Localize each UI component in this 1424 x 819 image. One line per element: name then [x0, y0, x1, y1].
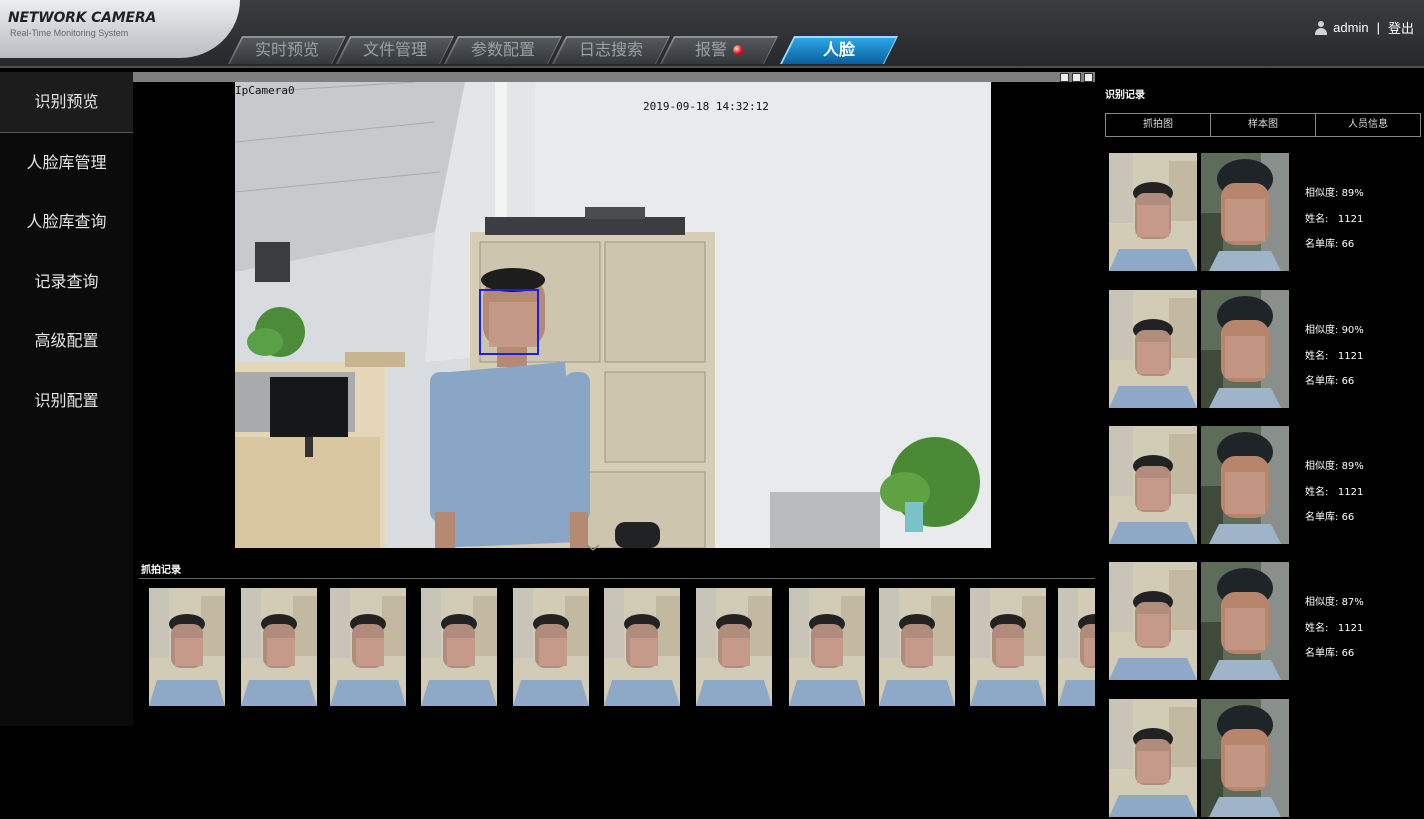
sidebar-item-recognition-preview[interactable]: 识别预览: [0, 72, 133, 133]
logo-subtitle: Real-Time Monitoring System: [10, 28, 129, 38]
sample-image: [1201, 562, 1289, 680]
user-icon: [1315, 20, 1328, 35]
sidebar-item-advanced-config[interactable]: 高级配置: [0, 311, 133, 371]
recognition-record[interactable]: 相似度: 87% 姓名: 1121 名单库: 66: [1109, 562, 1421, 682]
similarity-label: 相似度:: [1305, 188, 1339, 199]
alarm-indicator-icon: [733, 45, 743, 55]
capture-image: [1109, 562, 1197, 680]
logo: NETWORK CAMERA Real-Time Monitoring Syst…: [0, 0, 240, 58]
library-label: 名单库:: [1305, 376, 1339, 387]
timestamp-overlay: 2019-09-18 14:32:12: [643, 100, 769, 113]
capture-divider: [139, 578, 1095, 579]
capture-image: [1109, 426, 1197, 544]
column-header-person-info[interactable]: 人员信息: [1316, 114, 1420, 136]
similarity-label: 相似度:: [1305, 461, 1339, 472]
name-label: 姓名:: [1305, 622, 1329, 634]
capture-thumbnail[interactable]: [879, 588, 955, 706]
name-value: 1121: [1337, 213, 1364, 225]
recognition-record[interactable]: [1109, 699, 1421, 819]
name-label: 姓名:: [1305, 486, 1329, 498]
username[interactable]: admin: [1333, 20, 1368, 35]
sidebar-item-face-library-query[interactable]: 人脸库查询: [0, 192, 133, 252]
name-label: 姓名:: [1305, 213, 1329, 225]
similarity-value: 87%: [1341, 597, 1364, 608]
capture-thumbnail[interactable]: [1058, 588, 1095, 706]
tab-log-search[interactable]: 日志搜索: [552, 36, 670, 64]
sample-image: [1201, 290, 1289, 408]
camera-feed: IpCamera0 2019-09-18 14:32:12: [235, 82, 991, 548]
tab-face[interactable]: 人脸: [780, 36, 898, 64]
library-label: 名单库:: [1305, 648, 1339, 659]
similarity-value: 89%: [1341, 188, 1364, 199]
name-label: 姓名:: [1305, 350, 1329, 362]
logo-title: NETWORK CAMERA: [8, 10, 157, 26]
tab-label: 实时预览: [254, 40, 319, 59]
sample-image: [1201, 153, 1289, 271]
tab-label: 日志搜索: [578, 40, 643, 59]
similarity-label: 相似度:: [1305, 325, 1339, 336]
library-label: 名单库:: [1305, 512, 1339, 523]
collapse-chevron-icon[interactable]: [586, 544, 600, 552]
library-label: 名单库:: [1305, 239, 1339, 250]
capture-thumbnail[interactable]: [330, 588, 406, 706]
tab-file-management[interactable]: 文件管理: [336, 36, 454, 64]
tab-label: 文件管理: [362, 40, 427, 59]
sidebar-item-record-query[interactable]: 记录查询: [0, 252, 133, 312]
tab-live-preview[interactable]: 实时预览: [228, 36, 346, 64]
tab-alarm[interactable]: 报警: [660, 36, 778, 64]
column-header-sample[interactable]: 样本图: [1211, 114, 1316, 136]
top-header: NETWORK CAMERA Real-Time Monitoring Syst…: [0, 0, 1424, 68]
recognition-record[interactable]: 相似度: 90% 姓名: 1121 名单库: 66: [1109, 290, 1421, 410]
library-value: 66: [1341, 648, 1355, 659]
sidebar: 识别预览 人脸库管理 人脸库查询 记录查询 高级配置 识别配置: [0, 72, 133, 726]
video-fullscreen-icon[interactable]: [1084, 73, 1093, 82]
capture-title: 抓拍记录: [141, 565, 181, 576]
capture-thumbnail[interactable]: [421, 588, 497, 706]
capture-image: [1109, 153, 1197, 271]
column-header-capture[interactable]: 抓拍图: [1106, 114, 1211, 136]
capture-image: [1109, 699, 1197, 817]
capture-thumbnail[interactable]: [696, 588, 772, 706]
name-value: 1121: [1337, 486, 1364, 498]
recognition-column-headers: 抓拍图 样本图 人员信息: [1105, 113, 1421, 137]
capture-panel: 抓拍记录: [133, 556, 1095, 726]
capture-image: [1109, 290, 1197, 408]
user-area: admin | 登出: [1315, 18, 1414, 37]
tab-label: 报警: [694, 40, 727, 59]
capture-thumbnail[interactable]: [970, 588, 1046, 706]
recognition-title: 识别记录: [1105, 90, 1145, 101]
similarity-value: 90%: [1341, 325, 1364, 336]
name-value: 1121: [1337, 350, 1364, 362]
camera-scene-image: [235, 82, 991, 548]
tab-parameter-config[interactable]: 参数配置: [444, 36, 562, 64]
user-separator: |: [1376, 20, 1380, 35]
sample-image: [1201, 426, 1289, 544]
library-value: 66: [1341, 239, 1355, 250]
recognition-record[interactable]: 相似度: 89% 姓名: 1121 名单库: 66: [1109, 153, 1421, 273]
name-value: 1121: [1337, 622, 1364, 634]
tab-label: 参数配置: [470, 40, 535, 59]
library-value: 66: [1341, 512, 1355, 523]
video-toolbar: [133, 72, 1095, 82]
logout-link[interactable]: 登出: [1388, 18, 1414, 37]
capture-thumbnail[interactable]: [604, 588, 680, 706]
similarity-value: 89%: [1341, 461, 1364, 472]
recognition-panel: 识别记录 抓拍图 样本图 人员信息 相似度: 89% 姓名: 1121 名单库:…: [1097, 72, 1424, 817]
sidebar-item-face-library-management[interactable]: 人脸库管理: [0, 133, 133, 193]
recognition-record[interactable]: 相似度: 89% 姓名: 1121 名单库: 66: [1109, 426, 1421, 546]
face-detection-box: [479, 289, 539, 355]
camera-name-overlay: IpCamera0: [235, 84, 295, 97]
tab-label: 人脸: [822, 40, 855, 59]
capture-thumbnail[interactable]: [789, 588, 865, 706]
video-viewport[interactable]: IpCamera0 2019-09-18 14:32:12: [133, 72, 1095, 548]
capture-thumbnail[interactable]: [241, 588, 317, 706]
sample-image: [1201, 699, 1289, 817]
video-audio-icon[interactable]: [1072, 73, 1081, 82]
sidebar-item-recognition-config[interactable]: 识别配置: [0, 371, 133, 431]
capture-thumbnail[interactable]: [513, 588, 589, 706]
capture-thumbnail[interactable]: [149, 588, 225, 706]
library-value: 66: [1341, 376, 1355, 387]
video-capture-icon[interactable]: [1060, 73, 1069, 82]
similarity-label: 相似度:: [1305, 597, 1339, 608]
